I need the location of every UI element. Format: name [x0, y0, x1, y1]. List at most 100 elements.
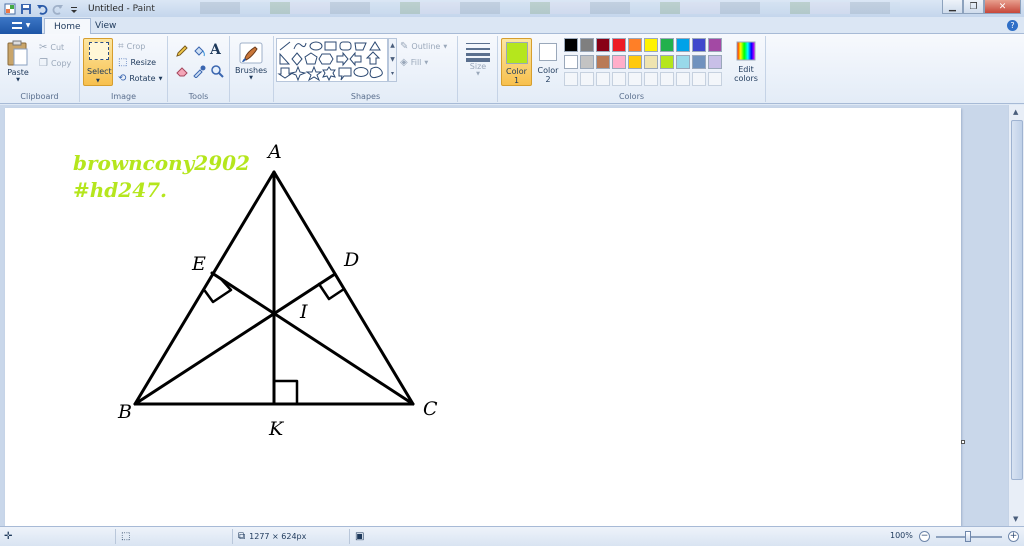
color1-button[interactable]: Color 1	[501, 38, 532, 86]
resize-button[interactable]: ⬚ Resize	[118, 57, 156, 68]
palette-swatch[interactable]	[692, 55, 706, 69]
custom-color-slot[interactable]	[644, 72, 658, 86]
palette-swatch[interactable]	[628, 55, 642, 69]
palette-swatch[interactable]	[580, 55, 594, 69]
size-button[interactable]: Size ▼	[465, 40, 491, 77]
palette-swatch[interactable]	[708, 38, 722, 52]
palette-swatch[interactable]	[564, 55, 578, 69]
close-icon: ✕	[998, 1, 1007, 12]
shapes-gallery	[276, 38, 388, 82]
palette-swatch[interactable]	[564, 38, 578, 52]
tab-home[interactable]: Home	[44, 18, 91, 34]
color-picker-tool[interactable]	[192, 64, 206, 81]
fill-icon: ◈	[400, 57, 408, 68]
restore-button[interactable]: ❐	[963, 0, 984, 14]
scroll-up-icon[interactable]: ▲	[1013, 108, 1021, 116]
outline-icon: ✎	[400, 41, 409, 52]
color1-label-text: Color	[506, 67, 527, 76]
palette-swatch[interactable]	[612, 55, 626, 69]
brushes-label: Brushes	[235, 66, 268, 75]
custom-color-slot[interactable]	[580, 72, 594, 86]
redo-icon[interactable]	[51, 2, 64, 15]
line-size-icon	[466, 43, 490, 62]
edit-colors-label-line2: colors	[734, 74, 758, 83]
eraser-tool[interactable]	[175, 64, 189, 81]
zoom-out-button[interactable]: −	[919, 531, 930, 542]
drawing-canvas[interactable]: A B C D E I K browncony2902 #hd247.	[5, 108, 961, 526]
tab-view[interactable]: View	[86, 18, 125, 34]
crop-button[interactable]: ⌗ Crop	[118, 41, 145, 52]
vertical-scrollbar[interactable]: ▲ ▼	[1008, 105, 1024, 526]
select-button[interactable]: Select ▼	[83, 38, 113, 86]
palette-swatch[interactable]	[596, 38, 610, 52]
cut-button[interactable]: ✂ Cut	[39, 42, 64, 53]
watermark-line2: #hd247.	[73, 178, 167, 202]
custom-color-slot[interactable]	[692, 72, 706, 86]
custom-color-slot[interactable]	[612, 72, 626, 86]
rounded-callout-shape-icon	[338, 67, 352, 81]
palette-swatch[interactable]	[644, 38, 658, 52]
vertex-label-a: A	[266, 141, 282, 163]
status-divider	[349, 529, 350, 544]
chevron-down-icon: ▼	[424, 59, 429, 66]
paste-button[interactable]: Paste ▼	[6, 40, 30, 83]
file-menu-button[interactable]: ▼	[0, 17, 42, 34]
palette-swatch[interactable]	[596, 55, 610, 69]
rectangle-shape-icon	[324, 41, 337, 51]
palette-swatch[interactable]	[676, 55, 690, 69]
color2-label-number: 2	[545, 75, 551, 84]
resize-label: Resize	[130, 58, 157, 67]
point-label-d: D	[343, 249, 359, 271]
zoom-level: 100%	[890, 531, 913, 540]
copy-label: Copy	[50, 59, 72, 68]
zoom-slider-thumb[interactable]	[965, 531, 971, 542]
palette-swatch[interactable]	[692, 38, 706, 52]
menu-icon	[11, 22, 22, 29]
palette-swatch[interactable]	[612, 38, 626, 52]
custom-color-slot[interactable]	[628, 72, 642, 86]
custom-color-slot[interactable]	[676, 72, 690, 86]
edit-colors-button[interactable]: Edit colors	[730, 38, 762, 88]
palette-swatch[interactable]	[660, 38, 674, 52]
cut-label: Cut	[50, 43, 65, 52]
undo-icon[interactable]	[35, 2, 48, 15]
color2-button[interactable]: Color 2	[535, 38, 561, 86]
canvas-resize-handle[interactable]	[961, 440, 965, 444]
color1-swatch	[506, 42, 528, 64]
palette-swatch[interactable]	[676, 38, 690, 52]
palette-swatch[interactable]	[644, 55, 658, 69]
brushes-button[interactable]: Brushes ▼	[235, 40, 267, 81]
pencil-tool[interactable]	[175, 44, 189, 61]
image-size-icon: ⧉	[238, 531, 246, 542]
palette-swatch[interactable]	[628, 38, 642, 52]
magnifier-icon	[211, 65, 224, 78]
customize-toolbar-icon[interactable]	[67, 2, 80, 15]
outline-button[interactable]: ✎ Outline ▼	[400, 41, 447, 52]
copy-button[interactable]: ❐ Copy	[39, 58, 71, 69]
text-tool[interactable]: A	[210, 42, 221, 58]
fill-tool[interactable]	[192, 44, 206, 61]
scrollbar-thumb[interactable]	[1011, 120, 1023, 480]
scroll-down-icon[interactable]: ▼	[1013, 515, 1021, 523]
eraser-icon	[176, 67, 188, 77]
color2-label: Color 2	[535, 66, 561, 84]
zoom-in-button[interactable]: +	[1008, 531, 1019, 542]
palette-swatch[interactable]	[580, 38, 594, 52]
rotate-button[interactable]: ⟲ Rotate ▼	[118, 73, 162, 84]
fill-button[interactable]: ◈ Fill ▼	[400, 57, 428, 68]
save-icon[interactable]	[19, 2, 32, 15]
palette-swatch[interactable]	[708, 55, 722, 69]
custom-color-slot[interactable]	[596, 72, 610, 86]
custom-color-slot[interactable]	[564, 72, 578, 86]
minimize-button[interactable]: ▁	[942, 0, 963, 14]
close-button[interactable]: ✕	[984, 0, 1021, 14]
custom-color-slot[interactable]	[660, 72, 674, 86]
shapes-gallery-icons	[277, 41, 383, 82]
magnifier-tool[interactable]	[210, 64, 224, 81]
shapes-scroll[interactable]: ▲ ▼ ▾	[388, 38, 397, 82]
custom-color-slot[interactable]	[708, 72, 722, 86]
chevron-down-icon: ▼	[443, 43, 448, 50]
paint-app-icon[interactable]	[3, 2, 16, 15]
help-icon[interactable]: ?	[1007, 20, 1018, 31]
palette-swatch[interactable]	[660, 55, 674, 69]
